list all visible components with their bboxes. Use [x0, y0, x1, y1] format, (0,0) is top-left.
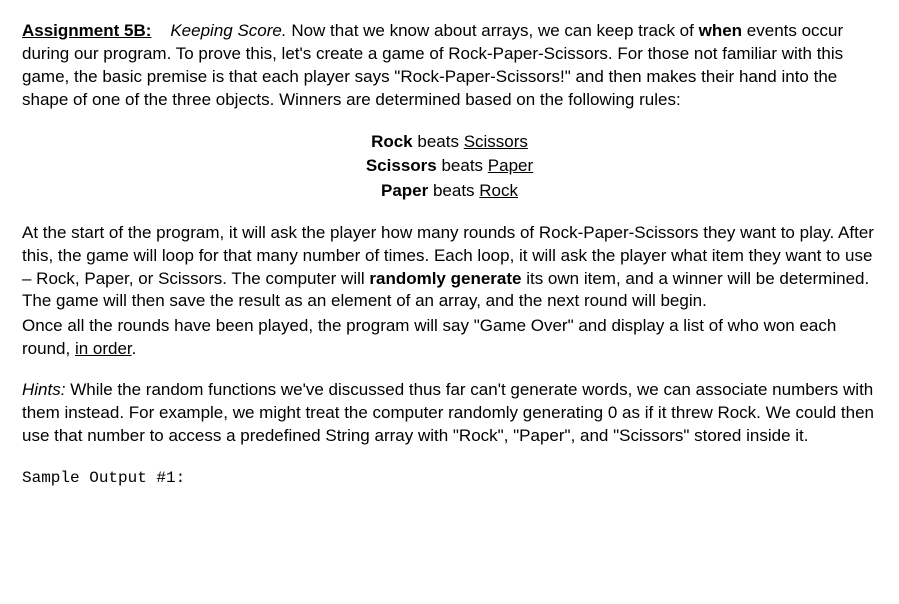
- rule-3-winner: Paper: [381, 181, 428, 200]
- rule-3: Paper beats Rock: [22, 179, 877, 204]
- body-p1-bold: randomly generate: [369, 269, 521, 288]
- body-p2-b: .: [132, 339, 137, 358]
- rule-1: Rock beats Scissors: [22, 130, 877, 155]
- assignment-title: Assignment 5B:: [22, 21, 151, 40]
- hints-paragraph: Hints: While the random functions we've …: [22, 379, 877, 448]
- rule-3-loser: Rock: [479, 181, 518, 200]
- rule-2: Scissors beats Paper: [22, 154, 877, 179]
- hints-label: Hints:: [22, 380, 65, 399]
- rule-2-loser: Paper: [488, 156, 533, 175]
- body-p2-a: Once all the rounds have been played, th…: [22, 316, 836, 358]
- body-p2-under: in order: [75, 339, 132, 358]
- sample-output-label: Sample Output #1:: [22, 468, 877, 490]
- rule-3-mid: beats: [428, 181, 479, 200]
- rule-1-loser: Scissors: [464, 132, 528, 151]
- rule-1-winner: Rock: [371, 132, 413, 151]
- rule-2-mid: beats: [437, 156, 488, 175]
- intro-text-1: Now that we know about arrays, we can ke…: [291, 21, 698, 40]
- rules-block: Rock beats Scissors Scissors beats Paper…: [22, 130, 877, 204]
- body-paragraph-2: Once all the rounds have been played, th…: [22, 315, 877, 361]
- rule-2-winner: Scissors: [366, 156, 437, 175]
- hints-text: While the random functions we've discuss…: [22, 380, 874, 445]
- assignment-subtitle: Keeping Score.: [170, 21, 286, 40]
- rule-1-mid: beats: [413, 132, 464, 151]
- intro-paragraph: Assignment 5B: Keeping Score. Now that w…: [22, 20, 877, 112]
- body-paragraph-1: At the start of the program, it will ask…: [22, 222, 877, 314]
- spacer: [156, 21, 165, 40]
- intro-when: when: [699, 21, 742, 40]
- assignment-document: Assignment 5B: Keeping Score. Now that w…: [22, 20, 877, 490]
